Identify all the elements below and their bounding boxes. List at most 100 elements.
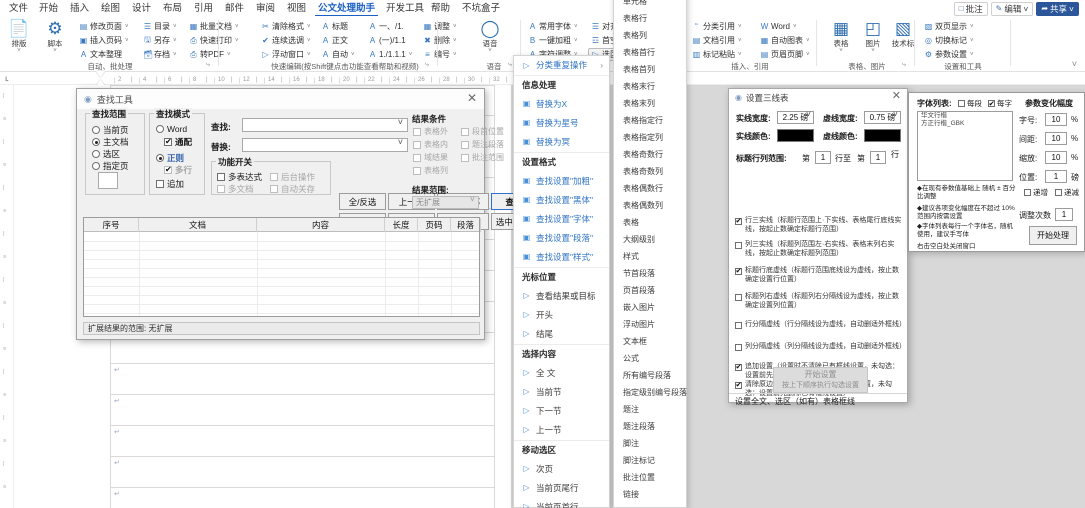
chevron-down-icon[interactable]: ˅ (1072, 59, 1077, 69)
menu-item-查找设置"字体"[interactable]: ▣ 查找设置"字体" (514, 209, 609, 228)
table-row[interactable]: ↵ (110, 364, 495, 395)
result-condition-6[interactable]: 表格列 (413, 165, 448, 176)
ribbon-tab-1[interactable]: 开始 (36, 1, 61, 16)
find-results-grid[interactable]: 序号 文档 内容 长度 页码 段落 (83, 217, 481, 317)
ribbon-item-批量文档[interactable]: ▦ 批量文档 ˅ (186, 20, 242, 33)
ribbon-tab-6[interactable]: 引用 (191, 1, 216, 16)
ribbon-button-表格[interactable]: ▦ 表格 ˅ (826, 19, 856, 54)
ribbon-item-调整[interactable]: ▦ 调整 ˅ (420, 20, 460, 33)
ribbon-item-正文[interactable]: A 正文 (318, 34, 351, 47)
switch-option-1[interactable]: 后台操作 (270, 171, 315, 183)
ribbon-tab-12[interactable]: 帮助 (428, 1, 453, 16)
ribbon-item-存档[interactable]: 🗃 存档 ˅ (140, 48, 180, 61)
param-input-2[interactable]: 10 (1045, 151, 1067, 164)
font-list-item[interactable]: 方正行楷_GBK (918, 120, 1012, 128)
submenu-item-表格指定列[interactable]: 表格指定列 (614, 129, 686, 146)
submenu-item-样式[interactable]: 样式 (614, 248, 686, 265)
solid-color-swatch[interactable] (777, 129, 814, 142)
ribbon-item-Word[interactable]: W Word ˅ (757, 20, 799, 33)
ribbon-button-排版[interactable]: 📄 排版 ˅ (4, 19, 34, 54)
ribbon-button-图片[interactable]: ◰ 图片 ˅ (858, 19, 888, 54)
ribbon-item-插入页码[interactable]: ▣ 插入页码 ˅ (76, 34, 132, 47)
titlebar-comment-button[interactable]: □ 批注 (953, 1, 988, 16)
scope-radio-0[interactable]: 当前页 (92, 124, 129, 136)
ribbon-item-快速打印[interactable]: ⎙ 快速打印 ˅ (186, 34, 242, 47)
submenu-item-批注位置[interactable]: 批注位置 (614, 469, 686, 486)
ribbon-item-清除格式[interactable]: ✂ 清除格式 ˅ (258, 20, 314, 33)
submenu-item-题注段落[interactable]: 题注段落 (614, 418, 686, 435)
submenu-item-表格偶数列[interactable]: 表格偶数列 (614, 197, 686, 214)
close-icon[interactable]: ✕ (892, 90, 901, 103)
mode-option-4[interactable]: 追加 (156, 178, 184, 190)
submenu-item-指定级别编号段落[interactable]: 指定级别编号段落 (614, 384, 687, 401)
ribbon-item-浮动窗口[interactable]: ▷ 浮动窗口 ˅ (258, 48, 314, 61)
dialog-launcher-icon[interactable]: ⤷ (902, 61, 906, 69)
submenu-item-大纲级别[interactable]: 大纲级别 (614, 231, 686, 248)
result-condition-4[interactable]: 域结果 (413, 152, 448, 163)
vertical-ruler[interactable]: | ≡ | ≡ | ≡ | ≡ | ≡ | ≡ | ≡ | ≡ | ≡ (0, 85, 14, 508)
three-line-check-2[interactable]: 标题行底虚线（标题行范围底线设为虚线，按止数确定设置行位置） (735, 267, 903, 284)
dialog-launcher-icon[interactable]: ⤷ (508, 61, 512, 69)
scope-radio-1[interactable]: 主文档 (92, 136, 129, 148)
three-line-check-0[interactable]: 行三实线（标题行范围上·下实线、表格尾行底线实线，按起止数确定标题行范围） (735, 217, 903, 234)
decrement-checkbox[interactable]: 递减 (1055, 187, 1079, 198)
result-range-select[interactable]: 无扩展 (412, 194, 479, 209)
grid-column-header[interactable]: 序号 (84, 218, 139, 232)
menu-item-上一节[interactable]: ▷ 上一节 (514, 420, 609, 439)
ribbon-tab-10[interactable]: 公文处理助手 (315, 1, 379, 16)
specified-page-input[interactable] (98, 172, 118, 189)
grid-column-header[interactable]: 页码 (418, 218, 451, 232)
ribbon-item-1./1.1.1[interactable]: A 1./1.1.1 ˅ (365, 48, 415, 61)
submenu-item-页首段落[interactable]: 页首段落 (614, 282, 686, 299)
menu-item-替换为X[interactable]: ▣ 替换为X (514, 94, 609, 113)
submenu-item-表格末行[interactable]: 表格末行 (614, 78, 686, 95)
scope-radio-3[interactable]: 指定页 (92, 160, 129, 172)
font-randomize-panel[interactable]: 字体列表: 每段 每字 参数变化幅度 华文行楷方正行楷_GBK 字号: 10% 间距… (908, 92, 1085, 252)
find-button-全/反选[interactable]: 全/反选 (339, 193, 386, 210)
three-line-check-1[interactable]: 列三实线（标题列范围左·右实线、表格末列右实线，按起止数确定标题列范围） (735, 241, 903, 258)
ribbon-item-双页显示[interactable]: ▧ 双页显示 ˅ (921, 20, 977, 33)
three-line-table-dialog[interactable]: ◉ 设置三线表 ✕ 实线宽度: 2.25 磅 虚线宽度: 0.75 磅 实线颜色… (728, 88, 908, 406)
submenu-item-表格[interactable]: 表格 (614, 214, 686, 231)
menu-item-repeat-operation[interactable]: ▷ 分类重复操作 › (514, 56, 609, 74)
submenu-item-表格指定行[interactable]: 表格指定行 (614, 112, 686, 129)
ribbon-tab-0[interactable]: 文件 (6, 1, 31, 16)
ribbon-item-(一)/1.1[interactable]: A (一)/1.1 (365, 34, 409, 47)
ribbon-item-参数设置[interactable]: ⚙ 参数设置 ˅ (921, 48, 977, 61)
ribbon-item-文本整理[interactable]: A 文本整理 (76, 48, 125, 61)
submenu-item-单元格[interactable]: 单元格 (614, 0, 686, 10)
submenu-item-节首段落[interactable]: 节首段落 (614, 265, 686, 282)
submenu-item-表格奇数列[interactable]: 表格奇数列 (614, 163, 686, 180)
table-row[interactable]: ↵ (110, 395, 495, 426)
result-condition-3[interactable]: 题注段落 (461, 139, 504, 150)
ribbon-tab-3[interactable]: 绘图 (98, 1, 123, 16)
menu-item-当前页尾行[interactable]: ▷ 当前页尾行 (514, 478, 609, 497)
ribbon-button-脚本[interactable]: ⚙ 脚本 ˅ (40, 19, 70, 54)
param-input-3[interactable]: 1 (1045, 170, 1067, 183)
table-row[interactable]: ↵ (110, 426, 495, 457)
submenu-item-表格首列[interactable]: 表格首列 (614, 61, 686, 78)
three-line-check-4[interactable]: 行分隔虚线（行分隔线设为虚线，自动删适外框线） (735, 321, 906, 330)
submenu-item-表格末列[interactable]: 表格末列 (614, 95, 686, 112)
mode-option-2[interactable]: 正则 (156, 152, 184, 164)
dash-color-swatch[interactable] (864, 129, 901, 142)
switch-option-2[interactable]: 多文档 (217, 183, 254, 195)
adjust-count-input[interactable]: 1 (1055, 208, 1073, 221)
submenu-item-脚注标记[interactable]: 脚注标记 (614, 452, 686, 469)
submenu-item-表格首行[interactable]: 表格首行 (614, 44, 686, 61)
menu-item-查找设置"加粗"[interactable]: ▣ 查找设置"加粗" (514, 171, 609, 190)
ribbon-item-修改页面[interactable]: ▤ 修改页面 ˅ (76, 20, 132, 33)
param-input-0[interactable]: 10 (1045, 113, 1067, 126)
repeat-operation-submenu[interactable]: 单元格 表格行 表格列 表格首行 表格首列 表格末行 表格末列 表格指定行 表格指定列 表格奇数行… (613, 0, 687, 508)
close-icon[interactable]: ✕ (467, 91, 477, 105)
submenu-item-表格偶数行[interactable]: 表格偶数行 (614, 180, 686, 197)
submenu-item-文本框[interactable]: 文本框 (614, 333, 686, 350)
selection-operation-menu[interactable]: ▷ 分类重复操作 › 信息处理 ▣ 替换为X ▣ 替换为星号 ▣ 替换为冥 设置格式 ▣ 查找设置… (513, 55, 610, 508)
mode-option-0[interactable]: Word (156, 124, 187, 134)
tab-stop-icon[interactable]: ┗ (4, 77, 8, 85)
mode-option-3[interactable]: 多行 (164, 164, 192, 176)
find-tool-dialog[interactable]: ◉ 查找工具 ✕ 查找范围 当前页主文档选区指定页 查找模式 Word 通配正则多… (76, 88, 537, 340)
submenu-item-链接[interactable]: 链接 (614, 486, 686, 503)
solid-width-select[interactable]: 2.25 磅 (777, 109, 814, 124)
ribbon-tab-2[interactable]: 插入 (67, 1, 92, 16)
